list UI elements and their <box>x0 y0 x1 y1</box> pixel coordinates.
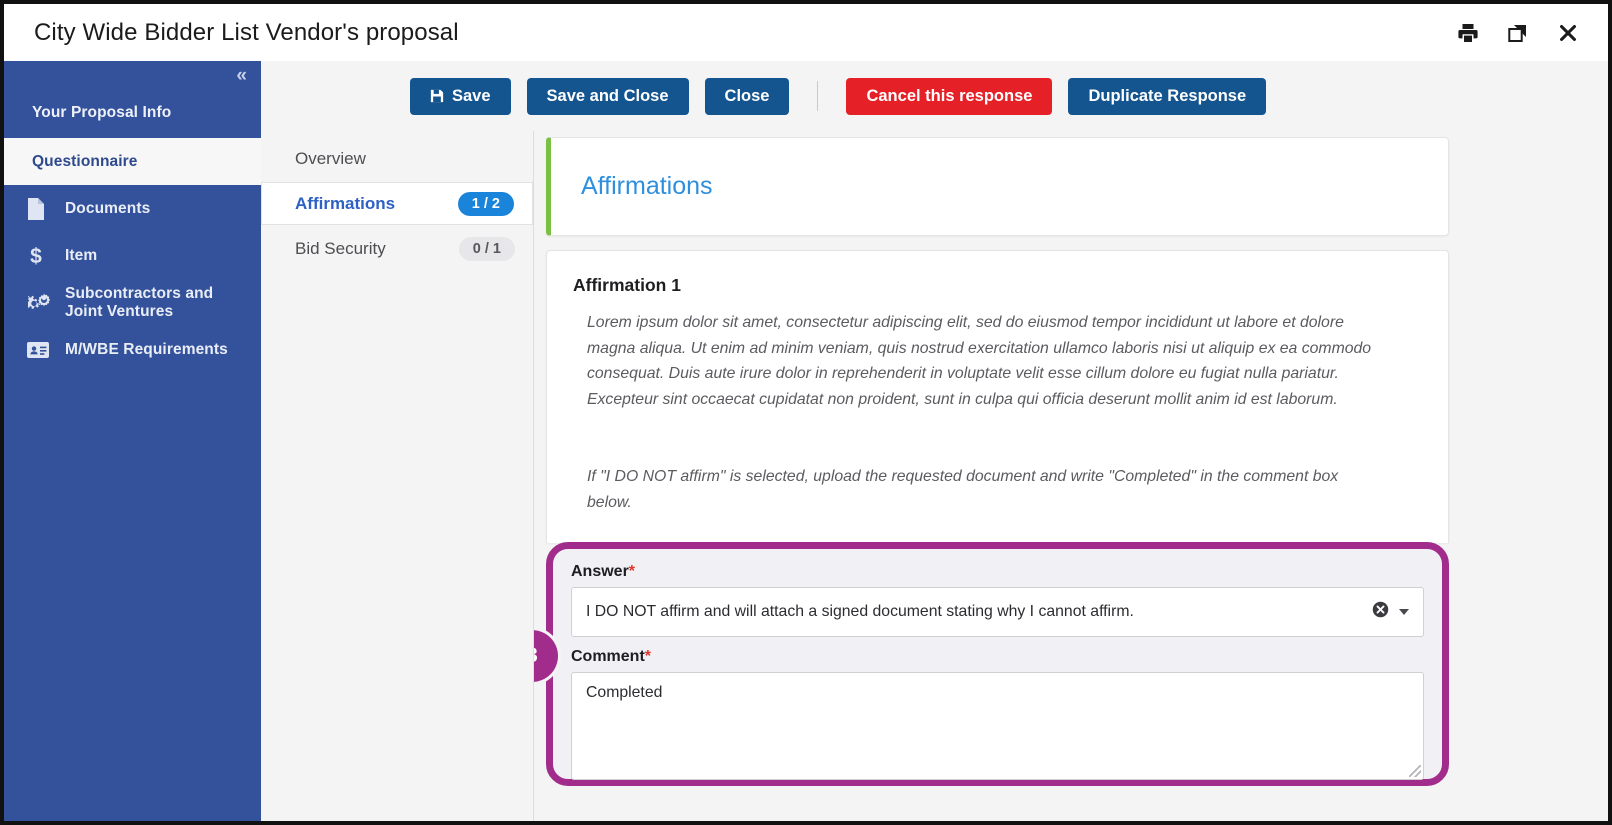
status-badge: 0 / 1 <box>459 237 515 261</box>
application-window: City Wide Bidder List Vendor's proposal <box>0 0 1612 825</box>
sidebar-item-mwbe[interactable]: M/WBE Requirements <box>4 326 261 373</box>
collapse-sidebar-icon[interactable]: « <box>236 66 247 85</box>
sidebar-item-label: Subcontractors and Joint Ventures <box>65 285 249 320</box>
save-disk-icon <box>430 89 444 103</box>
window-controls <box>1456 21 1586 45</box>
comment-textarea-value: Completed <box>586 684 662 701</box>
highlighted-answer-box: Answer* I DO NOT affirm and will attach … <box>546 542 1449 786</box>
main-region: Save Save and Close Close Cancel this re… <box>261 61 1612 825</box>
close-button[interactable]: Close <box>705 78 790 115</box>
action-toolbar: Save Save and Close Close Cancel this re… <box>261 61 1612 131</box>
answer-label: Answer* <box>571 563 1424 581</box>
print-icon[interactable] <box>1456 21 1480 45</box>
sidebar-item-item[interactable]: $ Item <box>4 232 261 279</box>
answer-select-controls <box>1372 601 1409 623</box>
sidebar-item-label: Documents <box>65 200 150 217</box>
save-and-close-button[interactable]: Save and Close <box>527 78 689 115</box>
save-button[interactable]: Save <box>410 78 511 115</box>
content-panel: Affirmations Affirmation 1 Lorem ipsum d… <box>534 131 1612 825</box>
cogs-icon <box>26 291 56 315</box>
question-instruction: If "I DO NOT affirm" is selected, upload… <box>587 464 1377 515</box>
status-badge: 1 / 2 <box>458 192 514 216</box>
section-title: Affirmations <box>581 172 713 201</box>
chevron-down-icon[interactable] <box>1399 609 1409 615</box>
close-icon[interactable] <box>1556 21 1580 45</box>
subnav-item-label: Affirmations <box>295 194 395 214</box>
sidebar-collapse-row: « <box>4 61 261 91</box>
id-card-icon <box>26 340 56 360</box>
page-title: City Wide Bidder List Vendor's proposal <box>34 19 459 47</box>
sidebar-item-label: Item <box>65 247 97 264</box>
subnav-item-affirmations[interactable]: Affirmations 1 / 2 <box>261 182 533 225</box>
clear-circle-icon[interactable] <box>1372 601 1389 623</box>
sidebar-item-documents[interactable]: Documents <box>4 185 261 232</box>
title-bar: City Wide Bidder List Vendor's proposal <box>4 4 1608 61</box>
restore-window-icon[interactable] <box>1506 21 1530 45</box>
file-icon <box>26 197 56 221</box>
required-marker: * <box>645 648 651 665</box>
comment-textarea[interactable]: Completed <box>571 672 1424 780</box>
cancel-response-button[interactable]: Cancel this response <box>846 78 1052 115</box>
section-header-card: Affirmations <box>546 137 1449 236</box>
answer-section: 3 Answer* I DO NOT affirm and will attac… <box>546 542 1449 786</box>
answer-select-value: I DO NOT affirm and will attach a signed… <box>586 602 1134 622</box>
sidebar-item-subcontractors[interactable]: Subcontractors and Joint Ventures <box>4 279 261 326</box>
body-columns: Overview Affirmations 1 / 2 Bid Security… <box>261 131 1612 825</box>
subnav-item-overview[interactable]: Overview <box>261 137 533 180</box>
subnav-item-label: Bid Security <box>295 239 386 259</box>
comment-label-text: Comment <box>571 648 645 665</box>
sidebar-header: Your Proposal Info <box>4 91 261 138</box>
save-button-label: Save <box>452 87 491 106</box>
comment-label: Comment* <box>571 648 1424 666</box>
toolbar-divider <box>817 81 818 111</box>
sidebar-item-label: M/WBE Requirements <box>65 341 228 358</box>
answer-select[interactable]: I DO NOT affirm and will attach a signed… <box>571 587 1424 637</box>
question-body: Lorem ipsum dolor sit amet, consectetur … <box>587 310 1377 412</box>
resize-handle[interactable] <box>1409 765 1421 777</box>
subnav-item-label: Overview <box>295 149 366 169</box>
required-marker: * <box>629 563 635 580</box>
svg-text:$: $ <box>30 245 42 268</box>
questionnaire-subnav: Overview Affirmations 1 / 2 Bid Security… <box>261 131 534 825</box>
sidebar-item-label: Questionnaire <box>32 153 138 170</box>
sidebar-item-questionnaire[interactable]: Questionnaire <box>4 138 261 185</box>
question-card: Affirmation 1 Lorem ipsum dolor sit amet… <box>546 250 1449 543</box>
subnav-item-bid-security[interactable]: Bid Security 0 / 1 <box>261 227 533 270</box>
answer-label-text: Answer <box>571 563 629 580</box>
question-title: Affirmation 1 <box>573 275 1418 296</box>
left-sidebar: « Your Proposal Info Questionnaire Docum… <box>4 61 261 825</box>
dollar-icon: $ <box>26 244 56 268</box>
duplicate-response-button[interactable]: Duplicate Response <box>1068 78 1266 115</box>
